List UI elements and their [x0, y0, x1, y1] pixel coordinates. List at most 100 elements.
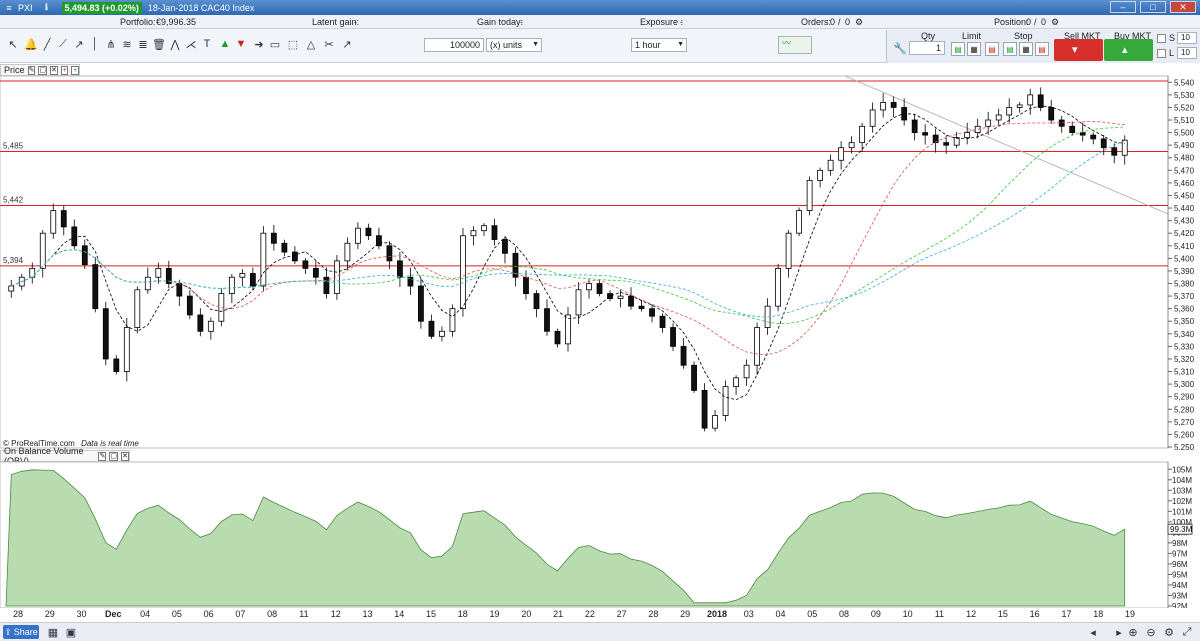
- channel-tool-icon[interactable]: ≋: [120, 37, 134, 51]
- candle-body: [29, 268, 36, 278]
- screenshot-icon[interactable]: ▦: [46, 625, 60, 639]
- triangle-tool-icon[interactable]: △: [304, 37, 318, 51]
- s-checkbox[interactable]: [1157, 34, 1166, 43]
- position-value-2: 0: [1041, 17, 1047, 27]
- scroll-right-icon[interactable]: ▸: [1112, 625, 1126, 639]
- ray-tool-icon[interactable]: ↗: [72, 37, 86, 51]
- indicator-button[interactable]: 〰: [778, 36, 812, 54]
- qty-input[interactable]: 1: [909, 41, 945, 55]
- stop-grid-button[interactable]: ▦: [1019, 42, 1033, 56]
- x-axis-label: 13: [362, 609, 373, 619]
- s-input[interactable]: 10: [1177, 32, 1197, 44]
- candle-body: [102, 308, 109, 360]
- y-tick-label: 5,380: [1174, 280, 1195, 289]
- y-tick-label: 5,440: [1174, 204, 1195, 213]
- orders-settings-icon[interactable]: ⚙: [855, 17, 863, 28]
- down-arrow-icon[interactable]: ▼: [234, 37, 248, 51]
- candle-body: [880, 102, 887, 111]
- stop-buy-button[interactable]: ▤: [1003, 42, 1017, 56]
- latent-gain-label: Latent gain:: [312, 17, 360, 27]
- trend-line-icon[interactable]: ⟋: [56, 37, 70, 51]
- right-arrow-icon[interactable]: ➜: [252, 37, 266, 51]
- fan-tool-icon[interactable]: ⋔: [104, 37, 118, 51]
- quantity-input[interactable]: 100000: [424, 38, 484, 52]
- fan-red-tool-icon[interactable]: ⋌: [184, 37, 198, 51]
- share-label: Share: [13, 627, 38, 637]
- candle-body: [848, 142, 855, 149]
- candle-body: [922, 132, 929, 136]
- line-tool-icon[interactable]: ╱: [40, 37, 54, 51]
- vertical-line-icon[interactable]: │: [88, 37, 102, 51]
- orders-separator-icon: /: [838, 17, 841, 27]
- x-axis-label: 12: [966, 609, 977, 619]
- fullscreen-icon[interactable]: ⤢: [1180, 625, 1194, 639]
- fib-tool-icon[interactable]: ≣: [136, 37, 150, 51]
- close-button[interactable]: ✕: [1170, 1, 1196, 13]
- position-label: Position:: [994, 17, 1029, 27]
- cursor-icon[interactable]: ↖: [6, 37, 20, 51]
- candle-body: [638, 305, 645, 310]
- x-axis-label: 05: [171, 609, 182, 619]
- obv-y-tick-label: 93M: [1172, 591, 1188, 600]
- alert-bell-icon[interactable]: 🔔: [24, 37, 38, 51]
- scroll-left-icon[interactable]: ◂: [1086, 625, 1100, 639]
- s-value: 10: [1181, 33, 1190, 42]
- timeframe-select-value: 1 hour: [635, 40, 661, 50]
- arrow-tool-icon[interactable]: ↗: [340, 37, 354, 51]
- candle-body: [806, 179, 813, 211]
- buy-market-button[interactable]: ▴: [1104, 39, 1153, 61]
- candle-body: [470, 230, 477, 237]
- minimize-button[interactable]: –: [1110, 1, 1136, 13]
- x-axis-label: 15: [426, 609, 437, 619]
- candle-body: [418, 285, 424, 322]
- scissor-tool-icon[interactable]: ✂: [322, 37, 336, 51]
- candle-body: [554, 330, 561, 345]
- candle-body: [817, 169, 824, 181]
- wrench-icon[interactable]: 🔧: [893, 41, 907, 55]
- limit-grid-button[interactable]: ▦: [967, 42, 981, 56]
- settings-icon[interactable]: ⚙: [1162, 625, 1176, 639]
- l-checkbox[interactable]: [1157, 49, 1166, 58]
- limit-sell-button[interactable]: ▤: [985, 42, 999, 56]
- obv-y-tick-label: 94M: [1172, 581, 1188, 590]
- obv-chart[interactable]: 105M104M103M102M101M100M99M98M97M96M95M9…: [0, 450, 1200, 608]
- sell-market-button[interactable]: ▾: [1054, 39, 1103, 61]
- candle-body: [838, 147, 845, 161]
- position-settings-icon[interactable]: ⚙: [1051, 17, 1059, 28]
- candle-body: [995, 114, 1002, 121]
- zoom-out-icon[interactable]: ⊖: [1144, 625, 1158, 639]
- maximize-button[interactable]: □: [1140, 1, 1166, 13]
- candle-body: [1100, 138, 1107, 149]
- zoom-in-icon[interactable]: ⊕: [1126, 625, 1140, 639]
- x-axis-label: 15: [997, 609, 1008, 619]
- limit-buy-button[interactable]: ▤: [951, 42, 965, 56]
- up-arrow-icon[interactable]: ▲: [218, 37, 232, 51]
- y-tick-label: 5,430: [1174, 217, 1195, 226]
- price-chart[interactable]: 5,540 5,530 5,520 5,510 5,500 5,490 5,480 5,470…: [0, 64, 1200, 450]
- shape-tool-icon[interactable]: ⬚: [286, 37, 300, 51]
- x-axis-label: 20: [521, 609, 532, 619]
- x-axis-label: 05: [807, 609, 818, 619]
- share-button[interactable]: ⇪ Share: [3, 625, 39, 639]
- info-icon[interactable]: ℹ: [41, 2, 53, 14]
- stop-sell-button[interactable]: ▤: [1035, 42, 1049, 56]
- trash-icon[interactable]: 🗑: [152, 37, 166, 51]
- window-title: 18-Jan-2018 CAC40 Index: [147, 2, 255, 13]
- x-axis-label: 11: [299, 609, 309, 619]
- candle-body: [81, 245, 88, 266]
- l-input[interactable]: 10: [1177, 47, 1197, 59]
- units-select[interactable]: (x) units ▼: [486, 38, 542, 52]
- y-tick-label: 5,460: [1174, 179, 1195, 188]
- candle-body: [281, 242, 288, 253]
- candle-body: [386, 245, 393, 262]
- x-axis-label: 30: [76, 609, 87, 619]
- zigzag-tool-icon[interactable]: ⋀: [168, 37, 182, 51]
- layout-icon[interactable]: ▣: [64, 625, 78, 639]
- limit-label: Limit: [962, 31, 982, 41]
- timeframe-select[interactable]: 1 hour ▼: [631, 38, 687, 52]
- text-tool-icon[interactable]: T: [200, 37, 214, 51]
- y-tick-label: 5,540: [1174, 78, 1195, 87]
- menu-icon[interactable]: ≡: [3, 2, 15, 14]
- candle-body: [60, 210, 67, 228]
- rectangle-tool-icon[interactable]: ▭: [268, 37, 282, 51]
